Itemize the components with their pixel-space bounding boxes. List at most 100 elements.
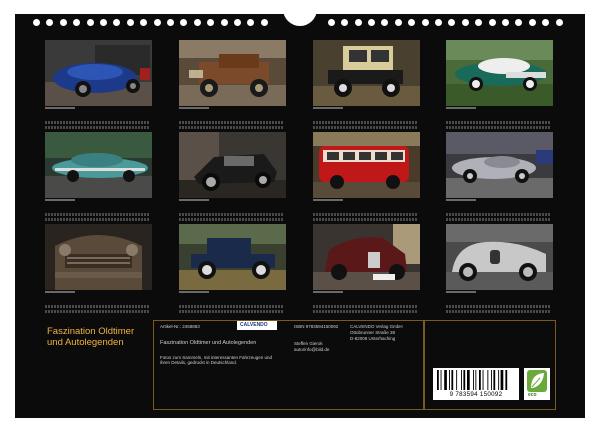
binding-hole <box>528 19 536 26</box>
day-cell <box>319 121 321 124</box>
day-cell <box>449 310 451 313</box>
day-cell <box>108 218 110 221</box>
day-cell <box>376 305 378 308</box>
day-cell <box>364 121 366 124</box>
day-cell <box>334 126 336 129</box>
day-cell <box>66 305 68 308</box>
day-cell <box>126 305 128 308</box>
day-cell <box>491 305 493 308</box>
day-cell <box>334 218 336 221</box>
day-cell <box>141 121 143 124</box>
barcode-bar <box>467 370 470 390</box>
day-cell <box>117 310 119 313</box>
day-cell <box>194 218 196 221</box>
day-cell <box>272 218 274 221</box>
day-cell <box>548 305 550 308</box>
day-cell <box>406 310 408 313</box>
day-cell <box>449 218 451 221</box>
day-cell <box>397 121 399 124</box>
day-cell <box>66 121 68 124</box>
day-cell <box>497 126 499 129</box>
day-cell <box>479 310 481 313</box>
day-cell <box>278 305 280 308</box>
day-cell <box>415 310 417 313</box>
day-cell <box>263 121 265 124</box>
day-cell <box>494 121 496 124</box>
day-cell <box>69 310 71 313</box>
day-cell <box>542 121 544 124</box>
day-cell <box>470 213 472 216</box>
day-cell <box>72 218 74 221</box>
day-cell <box>403 126 405 129</box>
day-cell <box>60 121 62 124</box>
day-cell <box>99 121 101 124</box>
day-cell <box>485 310 487 313</box>
day-cell <box>494 310 496 313</box>
day-cell <box>87 310 89 313</box>
day-cell <box>132 213 134 216</box>
day-cell <box>108 126 110 129</box>
day-cell <box>114 213 116 216</box>
day-cell <box>325 121 327 124</box>
day-cell <box>343 305 345 308</box>
day-cell <box>233 218 235 221</box>
day-cell <box>72 121 74 124</box>
day-grid-row <box>313 203 420 216</box>
day-cell <box>409 310 411 313</box>
day-cell <box>394 218 396 221</box>
day-cell <box>239 213 241 216</box>
day-cell <box>316 218 318 221</box>
day-cell <box>512 121 514 124</box>
day-cell <box>111 218 113 221</box>
day-cell <box>248 121 250 124</box>
day-cell <box>272 121 274 124</box>
day-cell <box>409 121 411 124</box>
day-cell <box>90 213 92 216</box>
day-cell <box>111 310 113 313</box>
day-cell <box>218 213 220 216</box>
day-cell <box>352 126 354 129</box>
day-cell <box>48 218 50 221</box>
day-cell <box>412 305 414 308</box>
day-cell <box>548 218 550 221</box>
day-cell <box>114 310 116 313</box>
day-cell <box>449 121 451 124</box>
day-grid-row <box>313 300 420 313</box>
day-cell <box>316 126 318 129</box>
day-cell <box>328 121 330 124</box>
day-cell <box>485 218 487 221</box>
day-cell <box>394 305 396 308</box>
day-cell <box>542 218 544 221</box>
day-cell <box>334 121 336 124</box>
day-cell <box>322 126 324 129</box>
day-grid-row <box>179 208 286 221</box>
day-cell <box>141 305 143 308</box>
day-cell <box>527 121 529 124</box>
day-cell <box>530 310 532 313</box>
day-cell <box>446 218 448 221</box>
day-cell <box>132 310 134 313</box>
day-cell <box>382 218 384 221</box>
day-cell <box>60 213 62 216</box>
day-cell <box>93 305 95 308</box>
day-cell <box>260 305 262 308</box>
day-cell <box>355 310 357 313</box>
day-cell <box>349 126 351 129</box>
day-cell <box>500 310 502 313</box>
binding-hole <box>207 19 215 26</box>
day-cell <box>182 121 184 124</box>
day-cell <box>138 126 140 129</box>
day-cell <box>515 213 517 216</box>
day-cell <box>57 310 59 313</box>
calendar-title-line-2: und Autolegenden <box>47 337 124 348</box>
day-cell <box>78 213 80 216</box>
day-cell <box>197 305 199 308</box>
day-cell <box>218 126 220 129</box>
day-cell <box>87 213 89 216</box>
day-cell <box>197 213 199 216</box>
day-cell <box>406 121 408 124</box>
day-cell <box>461 126 463 129</box>
day-grid-row <box>45 295 152 308</box>
day-cell <box>197 121 199 124</box>
day-cell <box>206 126 208 129</box>
